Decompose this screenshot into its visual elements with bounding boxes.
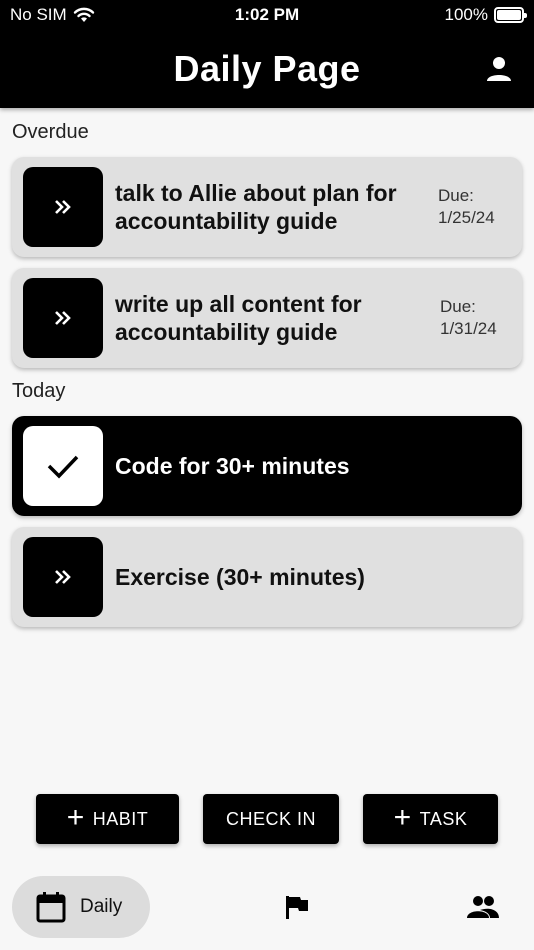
plus-icon: + xyxy=(66,800,85,834)
complete-checkbox[interactable] xyxy=(23,426,103,506)
due-date: Due: 1/31/24 xyxy=(440,296,512,340)
add-habit-label: HABIT xyxy=(92,808,149,829)
today-task-card[interactable]: Exercise (30+ minutes) xyxy=(12,527,522,627)
due-date: Due: 1/25/24 xyxy=(438,185,510,229)
check-in-label: CHECK IN xyxy=(225,808,316,829)
calendar-icon xyxy=(36,892,66,923)
check-in-button[interactable]: CHECK IN xyxy=(203,794,339,844)
task-text: Code for 30+ minutes xyxy=(115,453,350,479)
status-right: 100% xyxy=(444,5,527,25)
task-text: talk to Allie about plan for accountabil… xyxy=(115,180,397,234)
battery-percent: 100% xyxy=(444,5,488,24)
defer-button[interactable] xyxy=(23,537,103,617)
nav-item-daily[interactable]: Daily xyxy=(12,876,150,938)
add-habit-button[interactable]: + HABIT xyxy=(36,794,179,844)
profile-icon[interactable] xyxy=(484,54,514,84)
battery-icon xyxy=(494,7,527,23)
today-section-label: Today xyxy=(12,380,66,402)
defer-button[interactable] xyxy=(23,167,103,247)
app-bar: Daily Page xyxy=(0,30,534,108)
due-label: Due: xyxy=(438,186,474,205)
today-task-card-completed[interactable]: Code for 30+ minutes xyxy=(12,416,522,516)
group-icon[interactable] xyxy=(466,894,500,920)
double-chevron-right-icon xyxy=(55,311,71,325)
overdue-task-card[interactable]: write up all content for accountability … xyxy=(12,268,522,368)
due-value: 1/31/24 xyxy=(440,319,497,338)
overdue-task-card[interactable]: talk to Allie about plan for accountabil… xyxy=(12,157,522,257)
nav-daily-label: Daily xyxy=(80,896,123,917)
due-label: Due: xyxy=(440,297,476,316)
checkmark-icon xyxy=(47,455,79,479)
add-task-button[interactable]: + TASK xyxy=(363,794,498,844)
page-title: Daily Page xyxy=(173,48,361,89)
flag-icon[interactable] xyxy=(284,894,310,920)
plus-icon: + xyxy=(393,800,412,834)
double-chevron-right-icon xyxy=(55,200,71,214)
status-bar: No SIM 1:02 PM 100% xyxy=(0,0,534,30)
overdue-section-label: Overdue xyxy=(12,121,89,143)
due-value: 1/25/24 xyxy=(438,208,495,227)
task-text: write up all content for accountability … xyxy=(115,291,362,345)
task-text: Exercise (30+ minutes) xyxy=(115,564,365,590)
double-chevron-right-icon xyxy=(55,570,71,584)
bottom-navigation: Daily xyxy=(0,866,534,950)
defer-button[interactable] xyxy=(23,278,103,358)
add-task-label: TASK xyxy=(419,808,468,829)
